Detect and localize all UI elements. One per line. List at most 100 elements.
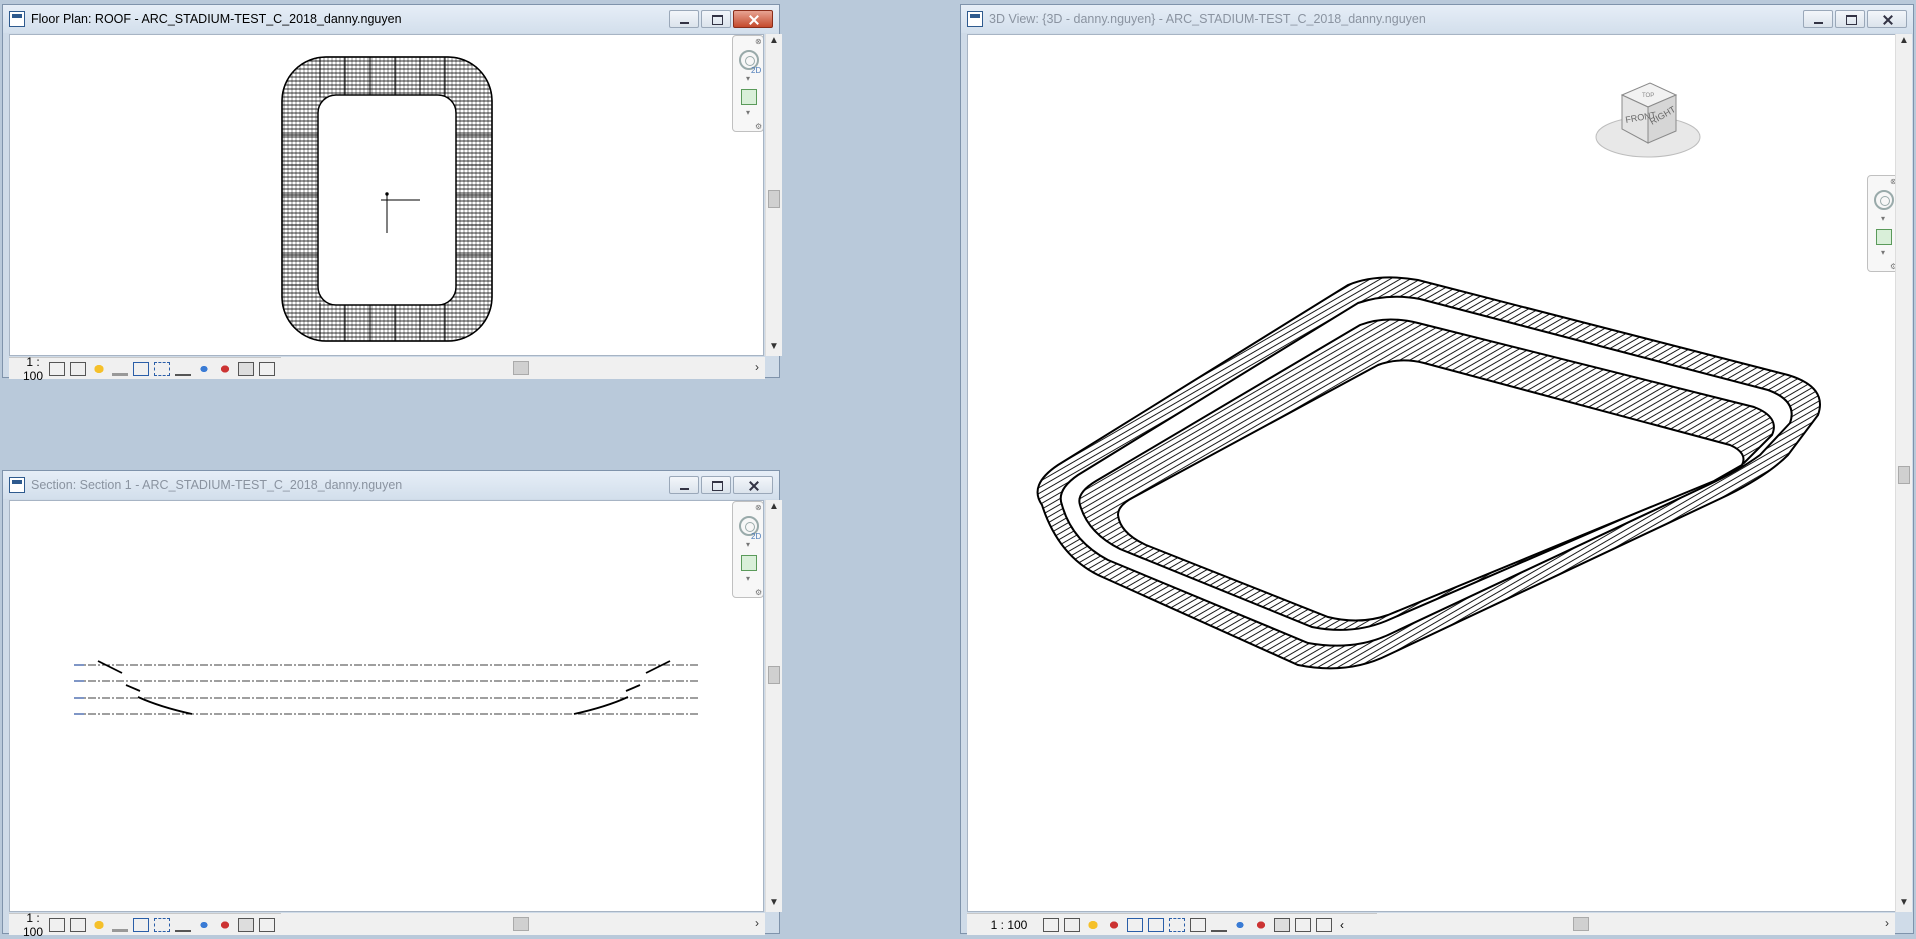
hscroll-thumb[interactable] <box>1573 917 1589 931</box>
scroll-down-icon[interactable]: ▼ <box>769 898 779 908</box>
revit-view-icon <box>9 477 25 493</box>
zoom-icon[interactable] <box>1876 229 1892 245</box>
vertical-scrollbar[interactable]: ▲ ▼ <box>765 34 782 356</box>
visual-style-icon[interactable] <box>70 917 87 932</box>
floorplan-titlebar[interactable]: Floor Plan: ROOF - ARC_STADIUM-TEST_C_20… <box>3 5 779 33</box>
restore-button[interactable] <box>701 476 731 494</box>
navbar-options-icon[interactable]: ⚙ <box>755 588 762 597</box>
shadows-icon[interactable] <box>1106 917 1122 932</box>
chevron-down-icon[interactable]: ▾ <box>746 74 750 83</box>
detail-level-icon[interactable] <box>49 361 66 376</box>
view3d-titlebar[interactable]: 3D View: {3D - danny.nguyen} - ARC_STADI… <box>961 5 1913 33</box>
reveal-constraints-icon[interactable] <box>259 917 276 932</box>
chevron-down-icon[interactable]: ▾ <box>746 574 750 583</box>
sun-path-icon[interactable] <box>91 917 108 932</box>
chevron-down-icon[interactable]: ▾ <box>1881 248 1885 257</box>
minimize-button[interactable] <box>669 476 699 494</box>
scroll-right-icon[interactable]: › <box>755 360 759 374</box>
shadows-icon[interactable] <box>112 362 129 376</box>
floorplan-window[interactable]: Floor Plan: ROOF - ARC_STADIUM-TEST_C_20… <box>2 4 782 383</box>
scroll-right-icon[interactable]: › <box>755 916 759 930</box>
vertical-scrollbar[interactable]: ▲ ▼ <box>1895 34 1912 912</box>
minimize-button[interactable] <box>1803 10 1833 28</box>
zoom-icon[interactable] <box>741 89 757 105</box>
navbar-close-icon[interactable]: ⊗ <box>755 503 762 512</box>
navbar-close-icon[interactable]: ⊗ <box>755 37 762 46</box>
section-canvas[interactable]: ⊗ 2D ▾ ▾ ⚙ <box>9 500 764 912</box>
show-crop-icon[interactable] <box>154 361 171 376</box>
restore-button[interactable] <box>1835 10 1865 28</box>
temporary-hide-icon[interactable] <box>175 918 192 932</box>
show-crop-icon[interactable] <box>154 917 171 932</box>
section-titlebar[interactable]: Section: Section 1 - ARC_STADIUM-TEST_C_… <box>3 471 779 499</box>
temporary-hide-icon[interactable] <box>175 362 192 376</box>
scroll-down-icon[interactable]: ▼ <box>1899 898 1909 908</box>
scroll-down-icon[interactable]: ▼ <box>769 342 779 352</box>
scale-label[interactable]: 1 : 100 <box>981 918 1037 932</box>
scroll-thumb[interactable] <box>1898 466 1910 484</box>
vertical-scrollbar[interactable]: ▲ ▼ <box>765 500 782 912</box>
steering-wheel-icon[interactable] <box>1874 190 1894 210</box>
hscroll-thumb[interactable] <box>513 917 529 931</box>
scroll-left-icon[interactable]: ‹ <box>1340 918 1344 932</box>
close-button[interactable] <box>1867 10 1907 28</box>
sun-path-icon[interactable] <box>1085 917 1101 932</box>
scroll-thumb[interactable] <box>768 190 780 208</box>
unlocked-3d-view-icon[interactable] <box>1190 917 1206 932</box>
view3d-canvas[interactable]: FRONT RIGHT TOP ⊗ ▾ ▾ ⚙ <box>967 34 1898 912</box>
analytical-model-icon[interactable] <box>217 917 234 932</box>
viewcube[interactable]: FRONT RIGHT TOP <box>1592 75 1704 165</box>
viewcube-top-label[interactable]: TOP <box>1642 93 1654 99</box>
view3d-window[interactable]: 3D View: {3D - danny.nguyen} - ARC_STADI… <box>960 4 1914 935</box>
sun-path-icon[interactable] <box>91 361 108 376</box>
show-crop-icon[interactable] <box>1169 917 1185 932</box>
chevron-down-icon[interactable]: ▾ <box>1881 214 1885 223</box>
reveal-hidden-icon[interactable] <box>1232 917 1248 932</box>
highlight-displacement-icon[interactable] <box>238 917 255 932</box>
section-window[interactable]: Section: Section 1 - ARC_STADIUM-TEST_C_… <box>2 470 782 939</box>
temporary-hide-icon[interactable] <box>1211 918 1227 932</box>
scroll-right-icon[interactable]: › <box>1885 916 1889 930</box>
zoom-icon[interactable] <box>741 555 757 571</box>
scale-label[interactable]: 1 : 100 <box>23 911 43 939</box>
shadows-icon[interactable] <box>112 918 129 932</box>
crop-view-icon[interactable] <box>133 917 150 932</box>
hscroll-thumb[interactable] <box>513 361 529 375</box>
label-2d: 2D <box>751 532 762 541</box>
visual-style-icon[interactable] <box>1064 917 1080 932</box>
reveal-constraints-icon[interactable] <box>1316 917 1332 932</box>
scroll-thumb[interactable] <box>768 666 780 684</box>
close-button[interactable] <box>733 10 773 28</box>
floorplan-canvas[interactable]: ⊗ 2D ▾ ▾ ⚙ <box>9 34 764 356</box>
restore-button[interactable] <box>701 10 731 28</box>
horizontal-scrollbar[interactable]: › <box>281 913 765 935</box>
worksharing-icon[interactable] <box>1295 917 1311 932</box>
navigation-bar[interactable]: ⊗ 2D ▾ ▾ ⚙ <box>732 501 763 598</box>
analytical-model-icon[interactable] <box>217 361 234 376</box>
highlight-displacement-icon[interactable] <box>238 361 255 376</box>
highlight-displacement-icon[interactable] <box>1274 917 1290 932</box>
detail-level-icon[interactable] <box>49 917 66 932</box>
analytical-model-icon[interactable] <box>1253 917 1269 932</box>
reveal-constraints-icon[interactable] <box>259 361 276 376</box>
reveal-hidden-icon[interactable] <box>196 361 213 376</box>
scroll-up-icon[interactable]: ▲ <box>769 36 779 46</box>
navigation-bar[interactable]: ⊗ 2D ▾ ▾ ⚙ <box>732 35 763 132</box>
visual-style-icon[interactable] <box>70 361 87 376</box>
render-icon[interactable] <box>1127 917 1143 932</box>
reveal-hidden-icon[interactable] <box>196 917 213 932</box>
detail-level-icon[interactable] <box>1043 917 1059 932</box>
scroll-up-icon[interactable]: ▲ <box>1899 36 1909 46</box>
chevron-down-icon[interactable]: ▾ <box>746 108 750 117</box>
close-button[interactable] <box>733 476 773 494</box>
navigation-bar[interactable]: ⊗ ▾ ▾ ⚙ <box>1867 175 1897 272</box>
crop-view-icon[interactable] <box>1148 917 1164 932</box>
horizontal-scrollbar[interactable]: › <box>281 357 765 379</box>
scroll-up-icon[interactable]: ▲ <box>769 502 779 512</box>
scale-label[interactable]: 1 : 100 <box>23 355 43 383</box>
crop-view-icon[interactable] <box>133 361 150 376</box>
minimize-button[interactable] <box>669 10 699 28</box>
chevron-down-icon[interactable]: ▾ <box>746 540 750 549</box>
navbar-options-icon[interactable]: ⚙ <box>755 122 762 131</box>
horizontal-scrollbar[interactable]: › <box>1377 913 1895 935</box>
